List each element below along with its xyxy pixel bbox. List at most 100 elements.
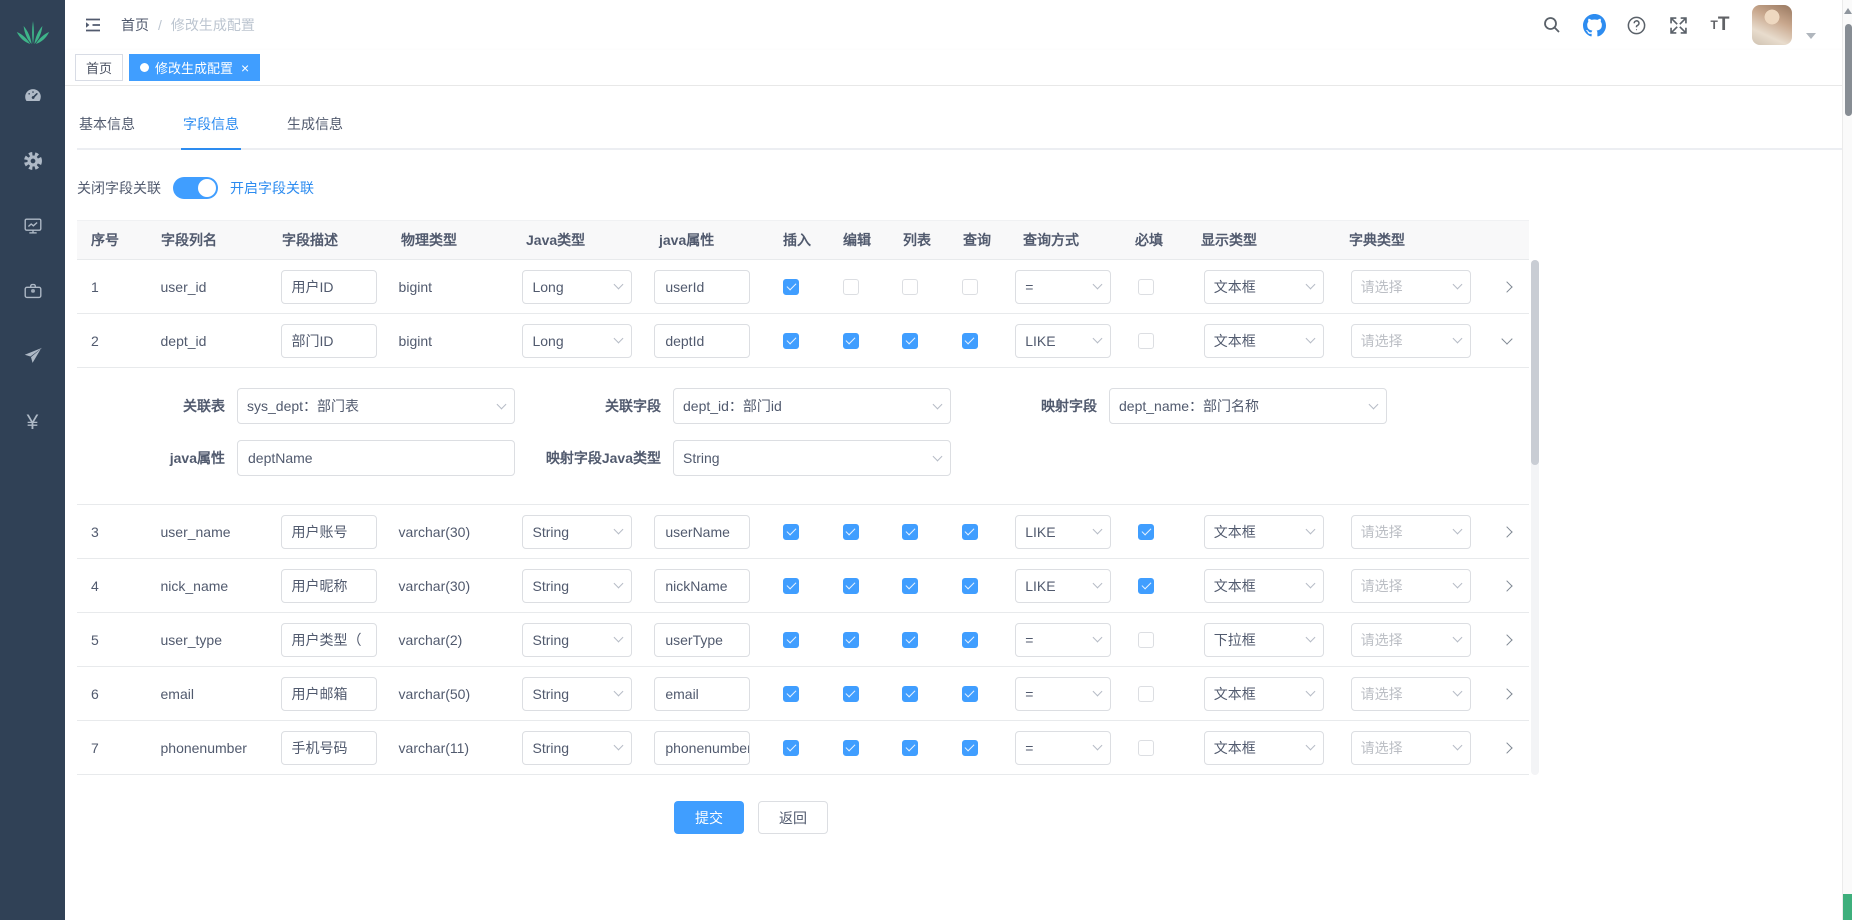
expand-row-toggle[interactable] xyxy=(1496,521,1518,543)
mapping-field-select[interactable]: dept_name：部门名称 xyxy=(1109,388,1387,424)
query-mode-select[interactable]: LIKE xyxy=(1015,324,1111,358)
description-input[interactable]: 用户类型（ xyxy=(281,623,377,657)
edit-checkbox[interactable] xyxy=(843,632,859,648)
breadcrumb-home[interactable]: 首页 xyxy=(121,15,149,35)
edit-checkbox[interactable] xyxy=(843,524,859,540)
expand-row-toggle[interactable] xyxy=(1496,737,1518,759)
sidebar-item-dashboard[interactable] xyxy=(0,65,65,130)
tag-close-icon[interactable]: × xyxy=(241,60,249,76)
query-checkbox[interactable] xyxy=(962,524,978,540)
required-checkbox[interactable] xyxy=(1138,333,1154,349)
dict-type-select[interactable]: 请选择 xyxy=(1351,731,1471,765)
list-checkbox[interactable] xyxy=(902,740,918,756)
edit-checkbox[interactable] xyxy=(843,333,859,349)
required-checkbox[interactable] xyxy=(1138,740,1154,756)
relation-java-attr-input[interactable]: deptName xyxy=(237,440,515,476)
required-checkbox[interactable] xyxy=(1138,578,1154,594)
tag-home[interactable]: 首页 xyxy=(75,54,123,81)
display-type-select[interactable]: 文本框 xyxy=(1204,677,1324,711)
java-type-select[interactable]: String xyxy=(522,731,632,765)
java-attr-input[interactable]: deptId xyxy=(654,324,750,358)
font-size-icon[interactable]: TT xyxy=(1704,8,1736,42)
scrollbar-up-arrow-icon[interactable] xyxy=(1844,8,1852,14)
query-checkbox[interactable] xyxy=(962,333,978,349)
java-attr-input[interactable]: email xyxy=(654,677,750,711)
required-checkbox[interactable] xyxy=(1138,686,1154,702)
dict-type-select[interactable]: 请选择 xyxy=(1351,324,1471,358)
list-checkbox[interactable] xyxy=(902,632,918,648)
java-type-select[interactable]: String xyxy=(522,623,632,657)
expand-row-toggle[interactable] xyxy=(1496,276,1518,298)
dict-type-select[interactable]: 请选择 xyxy=(1351,677,1471,711)
dict-type-select[interactable]: 请选择 xyxy=(1351,623,1471,657)
tab-generate-info[interactable]: 生成信息 xyxy=(285,108,345,148)
expand-row-toggle[interactable] xyxy=(1496,629,1518,651)
avatar-caret-down-icon[interactable] xyxy=(1806,33,1816,39)
tab-field-info[interactable]: 字段信息 xyxy=(181,108,241,148)
edit-checkbox[interactable] xyxy=(843,740,859,756)
description-input[interactable]: 用户ID xyxy=(281,270,377,304)
user-avatar[interactable] xyxy=(1752,5,1792,45)
expand-row-toggle[interactable] xyxy=(1496,683,1518,705)
java-type-select[interactable]: Long xyxy=(522,324,632,358)
display-type-select[interactable]: 下拉框 xyxy=(1204,623,1324,657)
java-attr-input[interactable]: userId xyxy=(654,270,750,304)
query-mode-select[interactable]: = xyxy=(1015,677,1111,711)
expand-row-toggle[interactable] xyxy=(1496,330,1518,352)
java-type-select[interactable]: String xyxy=(522,515,632,549)
back-button[interactable]: 返回 xyxy=(758,801,828,834)
java-attr-input[interactable]: nickName xyxy=(654,569,750,603)
required-checkbox[interactable] xyxy=(1138,279,1154,295)
insert-checkbox[interactable] xyxy=(783,632,799,648)
display-type-select[interactable]: 文本框 xyxy=(1204,324,1324,358)
java-type-select[interactable]: Long xyxy=(522,270,632,304)
submit-button[interactable]: 提交 xyxy=(674,801,744,834)
list-checkbox[interactable] xyxy=(902,578,918,594)
expand-row-toggle[interactable] xyxy=(1496,575,1518,597)
java-type-select[interactable]: String xyxy=(522,569,632,603)
display-type-select[interactable]: 文本框 xyxy=(1204,515,1324,549)
insert-checkbox[interactable] xyxy=(783,740,799,756)
sidebar-item-system[interactable] xyxy=(0,130,65,195)
display-type-select[interactable]: 文本框 xyxy=(1204,731,1324,765)
edit-checkbox[interactable] xyxy=(843,578,859,594)
edit-checkbox[interactable] xyxy=(843,686,859,702)
list-checkbox[interactable] xyxy=(902,279,918,295)
tag-current-page[interactable]: 修改生成配置 × xyxy=(129,54,260,81)
list-checkbox[interactable] xyxy=(902,524,918,540)
java-attr-input[interactable]: phonenumber xyxy=(654,731,750,765)
java-type-select[interactable]: String xyxy=(522,677,632,711)
sidebar-item-tools[interactable] xyxy=(0,260,65,325)
description-input[interactable]: 用户昵称 xyxy=(281,569,377,603)
dict-type-select[interactable]: 请选择 xyxy=(1351,270,1471,304)
search-icon[interactable] xyxy=(1536,8,1568,42)
github-icon[interactable] xyxy=(1578,8,1610,42)
mapping-java-type-select[interactable]: String xyxy=(673,440,951,476)
dict-type-select[interactable]: 请选择 xyxy=(1351,569,1471,603)
java-attr-input[interactable]: userType xyxy=(654,623,750,657)
query-mode-select[interactable]: LIKE xyxy=(1015,515,1111,549)
insert-checkbox[interactable] xyxy=(783,578,799,594)
dict-type-select[interactable]: 请选择 xyxy=(1351,515,1471,549)
table-scrollbar-track[interactable] xyxy=(1531,260,1539,775)
description-input[interactable]: 部门ID xyxy=(281,324,377,358)
insert-checkbox[interactable] xyxy=(783,333,799,349)
query-checkbox[interactable] xyxy=(962,686,978,702)
list-checkbox[interactable] xyxy=(902,333,918,349)
java-attr-input[interactable]: userName xyxy=(654,515,750,549)
sidebar-item-monitor[interactable] xyxy=(0,195,65,260)
relation-table-select[interactable]: sys_dept：部门表 xyxy=(237,388,515,424)
insert-checkbox[interactable] xyxy=(783,279,799,295)
display-type-select[interactable]: 文本框 xyxy=(1204,270,1324,304)
page-scrollbar-thumb[interactable] xyxy=(1845,24,1852,116)
relation-toggle-on-label[interactable]: 开启字段关联 xyxy=(230,178,314,198)
query-mode-select[interactable]: = xyxy=(1015,270,1111,304)
relation-toggle-switch[interactable] xyxy=(173,177,218,199)
description-input[interactable]: 用户账号 xyxy=(281,515,377,549)
query-mode-select[interactable]: = xyxy=(1015,731,1111,765)
page-scrollbar-track[interactable] xyxy=(1842,0,1852,920)
query-checkbox[interactable] xyxy=(962,740,978,756)
query-checkbox[interactable] xyxy=(962,279,978,295)
list-checkbox[interactable] xyxy=(902,686,918,702)
tab-basic-info[interactable]: 基本信息 xyxy=(77,108,137,148)
